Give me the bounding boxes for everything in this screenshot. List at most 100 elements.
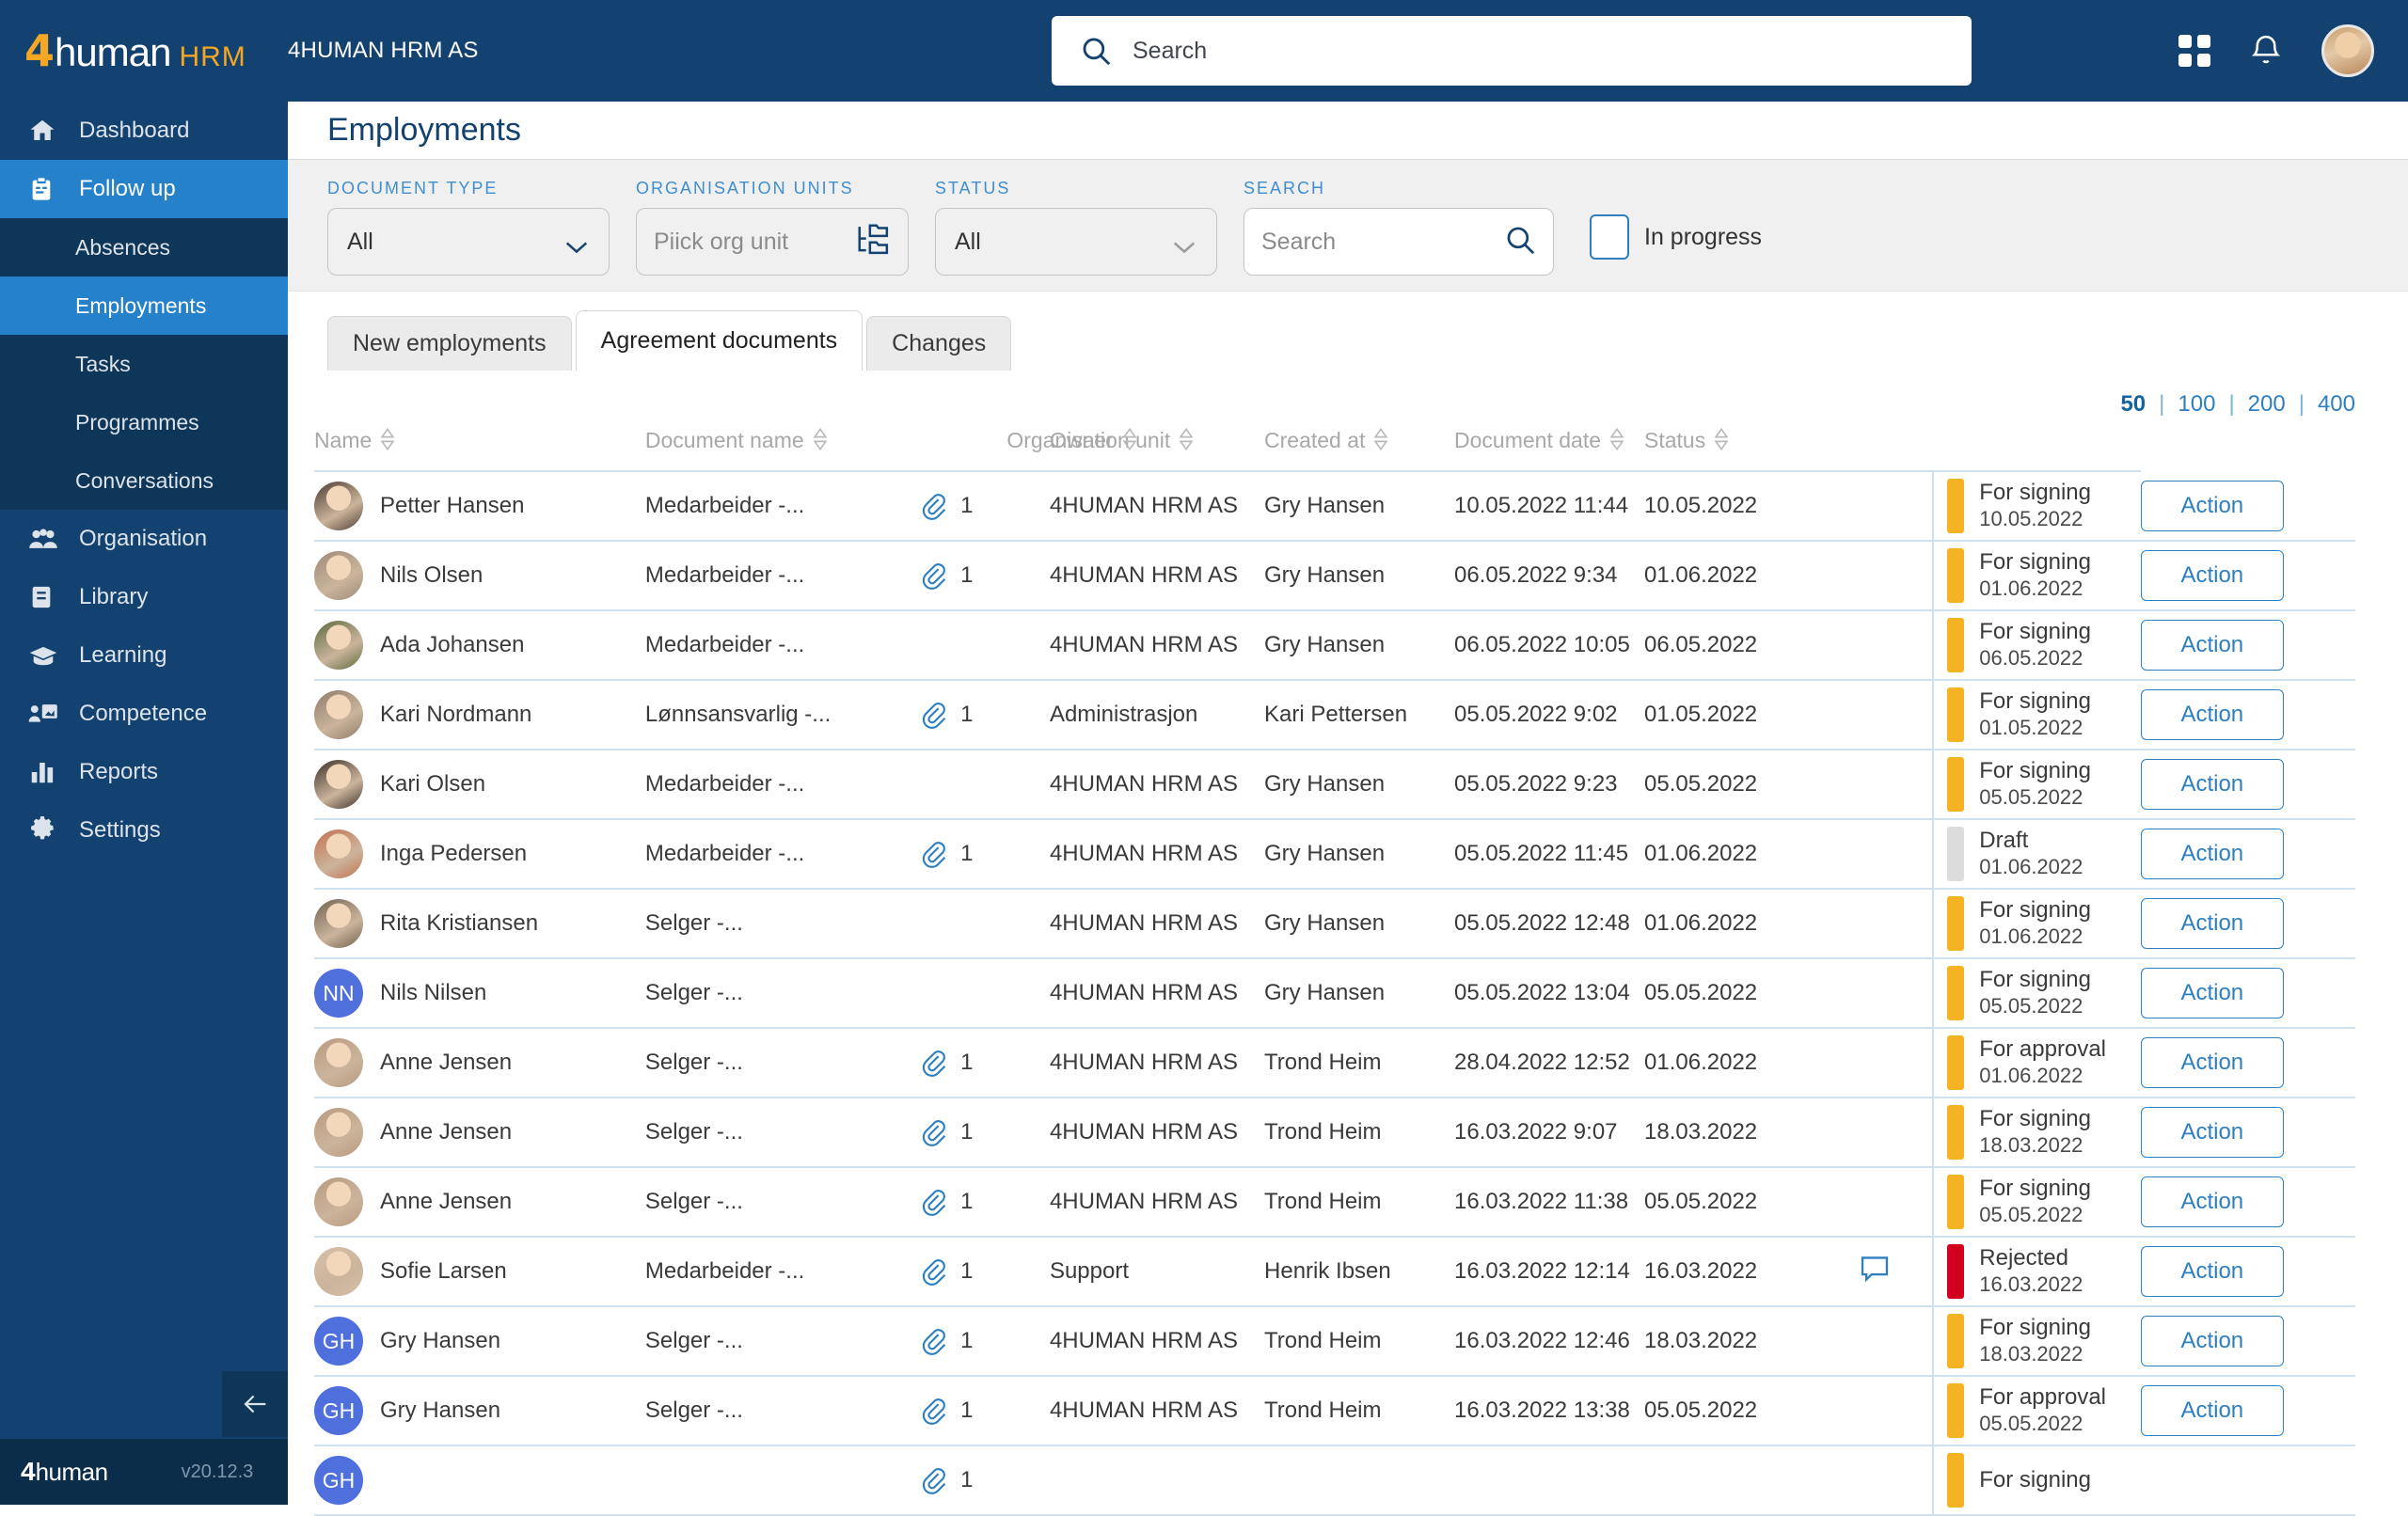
document-type-select[interactable]: All — [327, 208, 610, 276]
sidebar-item-follow-up[interactable]: Follow up — [0, 160, 288, 218]
sort-icon[interactable] — [1121, 427, 1138, 457]
action-button[interactable]: Action — [2140, 968, 2284, 1019]
table-row[interactable]: Ada Johansen Medarbeider -... 4HUMAN HRM A… — [314, 610, 2355, 681]
sidebar-item-settings[interactable]: Settings — [0, 801, 288, 860]
column-header-created-at[interactable]: Created at — [1264, 418, 1455, 472]
cell-organisation-unit: 4HUMAN HRM AS — [1049, 889, 1265, 959]
cell-document-date: 01.06.2022 — [1644, 889, 1860, 959]
apps-grid-icon[interactable] — [2178, 35, 2210, 67]
sidebar-subitem-programmes[interactable]: Programmes — [0, 393, 288, 451]
sidebar-item-dashboard[interactable]: Dashboard — [0, 102, 288, 160]
search-input[interactable] — [1261, 228, 1497, 256]
table-row[interactable]: Anne Jensen Selger -... 1 4HUMAN HRM AS Tron… — [314, 1098, 2355, 1168]
sidebar-item-label: Dashboard — [79, 118, 190, 143]
cell-attachment: 1 — [921, 1237, 1007, 1307]
cell-organisation-unit: Administrasjon — [1049, 680, 1265, 750]
action-button[interactable]: Action — [2140, 829, 2284, 879]
table-row[interactable]: Anne Jensen Selger -... 1 4HUMAN HRM AS Tron… — [314, 1167, 2355, 1238]
column-header-name[interactable]: Name — [314, 418, 645, 472]
sidebar-subitem-tasks[interactable]: Tasks — [0, 335, 288, 393]
cell-organisation-unit: 4HUMAN HRM AS — [1049, 1098, 1265, 1168]
cell-attachment: 1 — [921, 1028, 1007, 1098]
action-button[interactable]: Action — [2140, 550, 2284, 601]
table-row[interactable]: Rita Kristiansen Selger -... 4HUMAN HRM AS… — [314, 889, 2355, 959]
sort-icon[interactable] — [1713, 427, 1730, 457]
cell-created-at: 16.03.2022 11:38 — [1454, 1167, 1645, 1238]
table-row[interactable]: Kari Olsen Medarbeider -... 4HUMAN HRM AS G… — [314, 750, 2355, 820]
cell-organisation-unit: 4HUMAN HRM AS — [1049, 1028, 1265, 1098]
tab-new-employments[interactable]: New employments — [327, 316, 572, 371]
in-progress-checkbox[interactable] — [1590, 214, 1629, 260]
action-button[interactable]: Action — [2140, 898, 2284, 949]
org-tree-icon[interactable] — [857, 223, 891, 261]
table-row[interactable]: Inga Pedersen Medarbeider -... 1 4HUMAN HRM… — [314, 819, 2355, 890]
column-header-organisation-unit[interactable]: Organisation unit — [1006, 418, 1194, 472]
page-size-option-400[interactable]: 400 — [2318, 391, 2355, 418]
action-button[interactable]: Action — [2140, 480, 2284, 531]
notification-bell-icon[interactable] — [2250, 33, 2282, 69]
action-button[interactable]: Action — [2140, 1316, 2284, 1366]
page-size-option-50[interactable]: 50 — [2120, 391, 2146, 418]
table-row[interactable]: GH Gry Hansen Selger -... 1 4HUMAN HRM AS Tro… — [314, 1376, 2355, 1446]
sidebar-item-organisation[interactable]: Organisation — [0, 510, 288, 568]
sidebar-subitem-absences[interactable]: Absences — [0, 218, 288, 276]
document-name: Medarbeider -... — [644, 1258, 805, 1284]
tab-changes[interactable]: Changes — [866, 316, 1012, 371]
sidebar-item-reports[interactable]: Reports — [0, 743, 288, 801]
page-size-option-200[interactable]: 200 — [2248, 391, 2286, 418]
table-row[interactable]: Sofie Larsen Medarbeider -... 1 Support Henr… — [314, 1237, 2355, 1307]
column-header-status[interactable]: Status — [1644, 418, 1933, 472]
global-search-input[interactable] — [1133, 37, 1885, 65]
table-row[interactable]: Kari Nordmann Lønnsansvarlig -... 1 Adminis… — [314, 680, 2355, 750]
status-color-bar — [1947, 1105, 1965, 1160]
organisation-unit-picker[interactable]: Piick org unit — [636, 208, 909, 276]
cell-status: Draft 01.06.2022 — [1932, 819, 2141, 890]
app-logo[interactable]: 4 human HRM — [0, 0, 288, 102]
action-button[interactable]: Action — [2140, 1037, 2284, 1088]
column-header-document-name[interactable]: Document name — [644, 418, 1007, 472]
sidebar-item-competence[interactable]: Competence — [0, 685, 288, 743]
action-button[interactable]: Action — [2140, 759, 2284, 810]
gear-icon — [28, 816, 58, 845]
sort-icon[interactable] — [1372, 427, 1389, 457]
created-at: 05.05.2022 11:45 — [1454, 841, 1629, 866]
action-button[interactable]: Action — [2140, 1246, 2284, 1297]
global-search[interactable] — [1052, 16, 1972, 86]
tab-agreement-documents[interactable]: Agreement documents — [575, 310, 863, 371]
sidebar-subitem-conversations[interactable]: Conversations — [0, 451, 288, 510]
sort-icon[interactable] — [1178, 427, 1195, 457]
column-header-label: Status — [1644, 428, 1706, 452]
cell-comment — [1859, 750, 1933, 820]
user-avatar[interactable] — [2321, 24, 2374, 77]
cell-name: GH Gry Hansen — [314, 1376, 645, 1446]
sort-icon[interactable] — [812, 427, 829, 457]
cell-organisation-unit: Support — [1049, 1237, 1265, 1307]
cell-name: NN Nils Nilsen — [314, 958, 645, 1029]
sidebar-item-learning[interactable]: Learning — [0, 626, 288, 685]
search-field[interactable] — [1244, 208, 1554, 276]
table-row[interactable]: NN Nils Nilsen Selger -... 4HUMAN HRM AS Gry… — [314, 958, 2355, 1029]
organisation-unit: 4HUMAN HRM AS — [1049, 1189, 1238, 1214]
search-icon[interactable] — [1504, 224, 1536, 261]
page-size-option-100[interactable]: 100 — [2178, 391, 2215, 418]
column-header-document-date[interactable]: Document date — [1454, 418, 1645, 472]
avatar: GH — [314, 1317, 363, 1366]
document-date: 01.06.2022 — [1644, 841, 1758, 866]
sort-icon[interactable] — [1608, 427, 1625, 457]
action-button[interactable]: Action — [2140, 1176, 2284, 1227]
cell-attachment: 1 — [921, 680, 1007, 750]
sort-icon[interactable] — [379, 427, 396, 457]
sidebar-subitem-employments[interactable]: Employments — [0, 276, 288, 335]
sidebar-collapse-button[interactable] — [222, 1371, 288, 1437]
table-row[interactable]: Petter Hansen Medarbeider -... 1 4HUMAN HRM… — [314, 471, 2355, 542]
action-button[interactable]: Action — [2140, 689, 2284, 740]
attachment-count: 1 — [960, 493, 974, 518]
action-button[interactable]: Action — [2140, 1385, 2284, 1436]
table-row[interactable]: Anne Jensen Selger -... 1 4HUMAN HRM AS Tron… — [314, 1028, 2355, 1098]
sidebar-item-library[interactable]: Library — [0, 568, 288, 626]
action-button[interactable]: Action — [2140, 620, 2284, 671]
status-select[interactable]: All — [935, 208, 1217, 276]
table-row[interactable]: GH Gry Hansen Selger -... 1 4HUMAN HRM AS Tro… — [314, 1306, 2355, 1377]
action-button[interactable]: Action — [2140, 1107, 2284, 1158]
table-row[interactable]: Nils Olsen Medarbeider -... 1 4HUMAN HRM AS… — [314, 541, 2355, 611]
